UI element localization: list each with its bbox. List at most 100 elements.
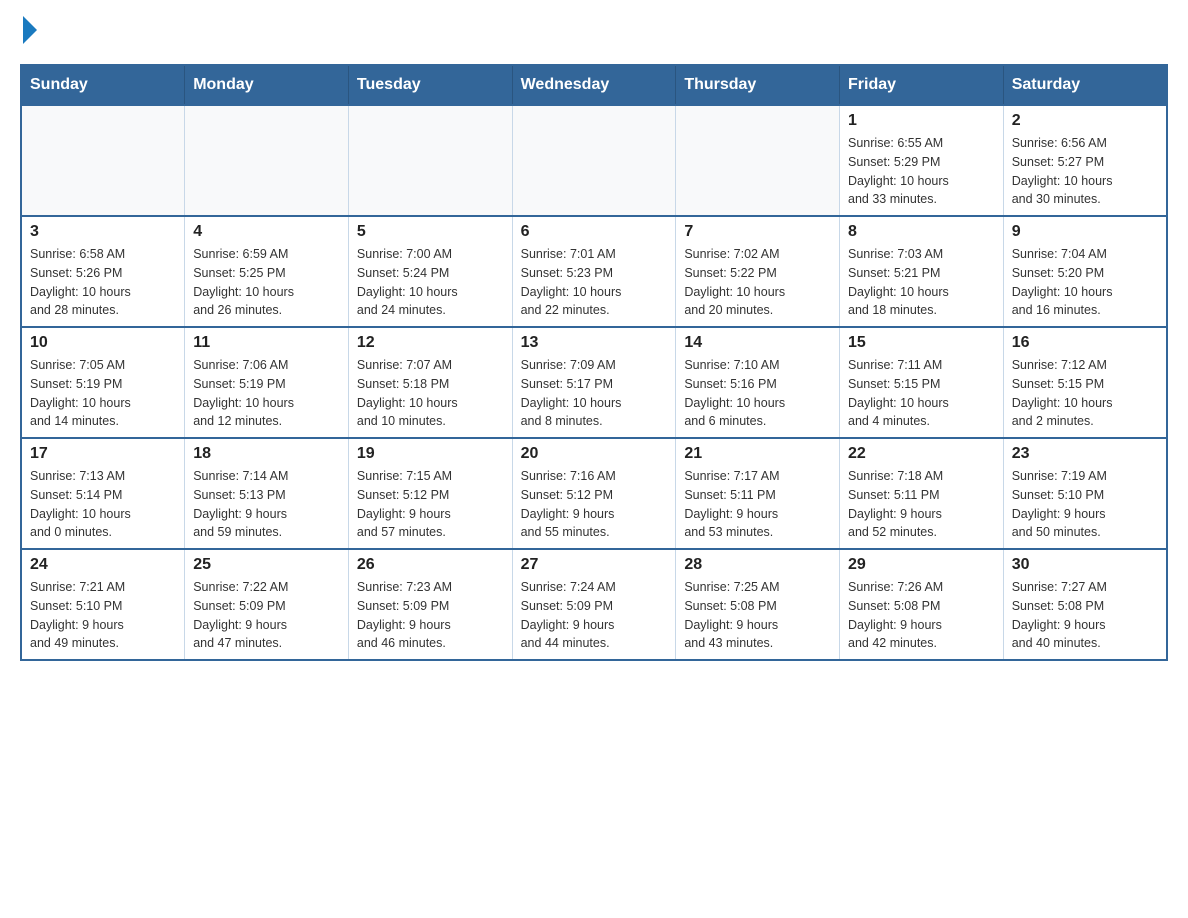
day-number: 28 xyxy=(684,556,831,574)
calendar-cell: 16 Sunrise: 7:12 AM Sunset: 5:15 PM Dayli… xyxy=(1003,327,1167,438)
day-of-week-header: Wednesday xyxy=(512,65,676,105)
day-number: 11 xyxy=(193,334,340,352)
day-info: Sunrise: 7:04 AM Sunset: 5:20 PM Dayligh… xyxy=(1012,245,1158,320)
day-number: 5 xyxy=(357,223,504,241)
calendar-cell: 27 Sunrise: 7:24 AM Sunset: 5:09 PM Dayli… xyxy=(512,549,676,660)
day-info: Sunrise: 7:24 AM Sunset: 5:09 PM Dayligh… xyxy=(521,578,668,653)
day-info: Sunrise: 7:06 AM Sunset: 5:19 PM Dayligh… xyxy=(193,356,340,431)
calendar-cell: 21 Sunrise: 7:17 AM Sunset: 5:11 PM Dayli… xyxy=(676,438,840,549)
calendar-cell: 4Sunrise: 6:59 AM Sunset: 5:25 PM Daylig… xyxy=(185,216,349,327)
day-info: Sunrise: 7:23 AM Sunset: 5:09 PM Dayligh… xyxy=(357,578,504,653)
day-info: Sunrise: 7:17 AM Sunset: 5:11 PM Dayligh… xyxy=(684,467,831,542)
day-info: Sunrise: 7:18 AM Sunset: 5:11 PM Dayligh… xyxy=(848,467,995,542)
day-number: 14 xyxy=(684,334,831,352)
day-number: 2 xyxy=(1012,112,1158,130)
day-number: 8 xyxy=(848,223,995,241)
calendar-cell: 13 Sunrise: 7:09 AM Sunset: 5:17 PM Dayli… xyxy=(512,327,676,438)
calendar-cell: 2 Sunrise: 6:56 AM Sunset: 5:27 PM Daylig… xyxy=(1003,105,1167,216)
day-of-week-header: Tuesday xyxy=(348,65,512,105)
day-info: Sunrise: 6:58 AM Sunset: 5:26 PM Dayligh… xyxy=(30,245,176,320)
day-number: 21 xyxy=(684,445,831,463)
calendar-week-row: 24 Sunrise: 7:21 AM Sunset: 5:10 PM Dayli… xyxy=(21,549,1167,660)
day-info: Sunrise: 6:56 AM Sunset: 5:27 PM Dayligh… xyxy=(1012,134,1158,209)
day-number: 18 xyxy=(193,445,340,463)
day-info: Sunrise: 7:01 AM Sunset: 5:23 PM Dayligh… xyxy=(521,245,668,320)
calendar-cell: 25 Sunrise: 7:22 AM Sunset: 5:09 PM Dayli… xyxy=(185,549,349,660)
day-number: 24 xyxy=(30,556,176,574)
day-info: Sunrise: 7:12 AM Sunset: 5:15 PM Dayligh… xyxy=(1012,356,1158,431)
day-number: 1 xyxy=(848,112,995,130)
day-of-week-header: Thursday xyxy=(676,65,840,105)
calendar-cell: 10 Sunrise: 7:05 AM Sunset: 5:19 PM Dayli… xyxy=(21,327,185,438)
day-info: Sunrise: 7:27 AM Sunset: 5:08 PM Dayligh… xyxy=(1012,578,1158,653)
calendar-cell xyxy=(512,105,676,216)
calendar-cell: 5 Sunrise: 7:00 AM Sunset: 5:24 PM Daylig… xyxy=(348,216,512,327)
day-info: Sunrise: 7:11 AM Sunset: 5:15 PM Dayligh… xyxy=(848,356,995,431)
calendar-week-row: 3Sunrise: 6:58 AM Sunset: 5:26 PM Daylig… xyxy=(21,216,1167,327)
day-info: Sunrise: 7:26 AM Sunset: 5:08 PM Dayligh… xyxy=(848,578,995,653)
calendar-cell: 29 Sunrise: 7:26 AM Sunset: 5:08 PM Dayli… xyxy=(840,549,1004,660)
calendar-cell: 20Sunrise: 7:16 AM Sunset: 5:12 PM Dayli… xyxy=(512,438,676,549)
calendar-week-row: 1Sunrise: 6:55 AM Sunset: 5:29 PM Daylig… xyxy=(21,105,1167,216)
day-number: 15 xyxy=(848,334,995,352)
calendar-cell: 24 Sunrise: 7:21 AM Sunset: 5:10 PM Dayli… xyxy=(21,549,185,660)
day-number: 29 xyxy=(848,556,995,574)
day-info: Sunrise: 7:25 AM Sunset: 5:08 PM Dayligh… xyxy=(684,578,831,653)
day-info: Sunrise: 6:59 AM Sunset: 5:25 PM Dayligh… xyxy=(193,245,340,320)
day-number: 17 xyxy=(30,445,176,463)
calendar-cell: 28 Sunrise: 7:25 AM Sunset: 5:08 PM Dayli… xyxy=(676,549,840,660)
day-info: Sunrise: 7:10 AM Sunset: 5:16 PM Dayligh… xyxy=(684,356,831,431)
day-info: Sunrise: 7:16 AM Sunset: 5:12 PM Dayligh… xyxy=(521,467,668,542)
calendar-cell: 14 Sunrise: 7:10 AM Sunset: 5:16 PM Dayli… xyxy=(676,327,840,438)
day-info: Sunrise: 7:05 AM Sunset: 5:19 PM Dayligh… xyxy=(30,356,176,431)
calendar-week-row: 17 Sunrise: 7:13 AM Sunset: 5:14 PM Dayli… xyxy=(21,438,1167,549)
day-info: Sunrise: 7:07 AM Sunset: 5:18 PM Dayligh… xyxy=(357,356,504,431)
day-number: 23 xyxy=(1012,445,1158,463)
calendar-cell xyxy=(185,105,349,216)
day-info: Sunrise: 7:00 AM Sunset: 5:24 PM Dayligh… xyxy=(357,245,504,320)
calendar-cell: 26 Sunrise: 7:23 AM Sunset: 5:09 PM Dayli… xyxy=(348,549,512,660)
day-of-week-header: Sunday xyxy=(21,65,185,105)
day-number: 7 xyxy=(684,223,831,241)
day-number: 12 xyxy=(357,334,504,352)
calendar-cell: 15 Sunrise: 7:11 AM Sunset: 5:15 PM Dayli… xyxy=(840,327,1004,438)
calendar-cell: 23 Sunrise: 7:19 AM Sunset: 5:10 PM Dayli… xyxy=(1003,438,1167,549)
calendar-cell: 9Sunrise: 7:04 AM Sunset: 5:20 PM Daylig… xyxy=(1003,216,1167,327)
day-number: 27 xyxy=(521,556,668,574)
day-info: Sunrise: 7:09 AM Sunset: 5:17 PM Dayligh… xyxy=(521,356,668,431)
day-number: 19 xyxy=(357,445,504,463)
calendar-cell: 11 Sunrise: 7:06 AM Sunset: 5:19 PM Dayli… xyxy=(185,327,349,438)
day-number: 13 xyxy=(521,334,668,352)
day-info: Sunrise: 7:21 AM Sunset: 5:10 PM Dayligh… xyxy=(30,578,176,653)
day-info: Sunrise: 7:03 AM Sunset: 5:21 PM Dayligh… xyxy=(848,245,995,320)
day-info: Sunrise: 7:13 AM Sunset: 5:14 PM Dayligh… xyxy=(30,467,176,542)
calendar-cell: 17 Sunrise: 7:13 AM Sunset: 5:14 PM Dayli… xyxy=(21,438,185,549)
calendar-cell: 3Sunrise: 6:58 AM Sunset: 5:26 PM Daylig… xyxy=(21,216,185,327)
calendar-header-row: SundayMondayTuesdayWednesdayThursdayFrid… xyxy=(21,65,1167,105)
day-number: 30 xyxy=(1012,556,1158,574)
calendar-cell: 6 Sunrise: 7:01 AM Sunset: 5:23 PM Daylig… xyxy=(512,216,676,327)
calendar-cell: 7 Sunrise: 7:02 AM Sunset: 5:22 PM Daylig… xyxy=(676,216,840,327)
day-of-week-header: Friday xyxy=(840,65,1004,105)
logo xyxy=(20,20,37,44)
calendar-cell xyxy=(348,105,512,216)
day-number: 16 xyxy=(1012,334,1158,352)
page-header xyxy=(20,20,1168,44)
logo-arrow-icon xyxy=(23,16,37,44)
day-number: 10 xyxy=(30,334,176,352)
day-of-week-header: Monday xyxy=(185,65,349,105)
calendar-cell: 22 Sunrise: 7:18 AM Sunset: 5:11 PM Dayli… xyxy=(840,438,1004,549)
calendar-table: SundayMondayTuesdayWednesdayThursdayFrid… xyxy=(20,64,1168,661)
day-info: Sunrise: 7:22 AM Sunset: 5:09 PM Dayligh… xyxy=(193,578,340,653)
day-info: Sunrise: 7:19 AM Sunset: 5:10 PM Dayligh… xyxy=(1012,467,1158,542)
day-info: Sunrise: 7:02 AM Sunset: 5:22 PM Dayligh… xyxy=(684,245,831,320)
calendar-cell xyxy=(21,105,185,216)
day-number: 6 xyxy=(521,223,668,241)
day-number: 25 xyxy=(193,556,340,574)
calendar-cell: 18 Sunrise: 7:14 AM Sunset: 5:13 PM Dayli… xyxy=(185,438,349,549)
calendar-cell: 12 Sunrise: 7:07 AM Sunset: 5:18 PM Dayli… xyxy=(348,327,512,438)
day-number: 26 xyxy=(357,556,504,574)
calendar-cell: 30 Sunrise: 7:27 AM Sunset: 5:08 PM Dayli… xyxy=(1003,549,1167,660)
day-info: Sunrise: 7:14 AM Sunset: 5:13 PM Dayligh… xyxy=(193,467,340,542)
day-number: 22 xyxy=(848,445,995,463)
